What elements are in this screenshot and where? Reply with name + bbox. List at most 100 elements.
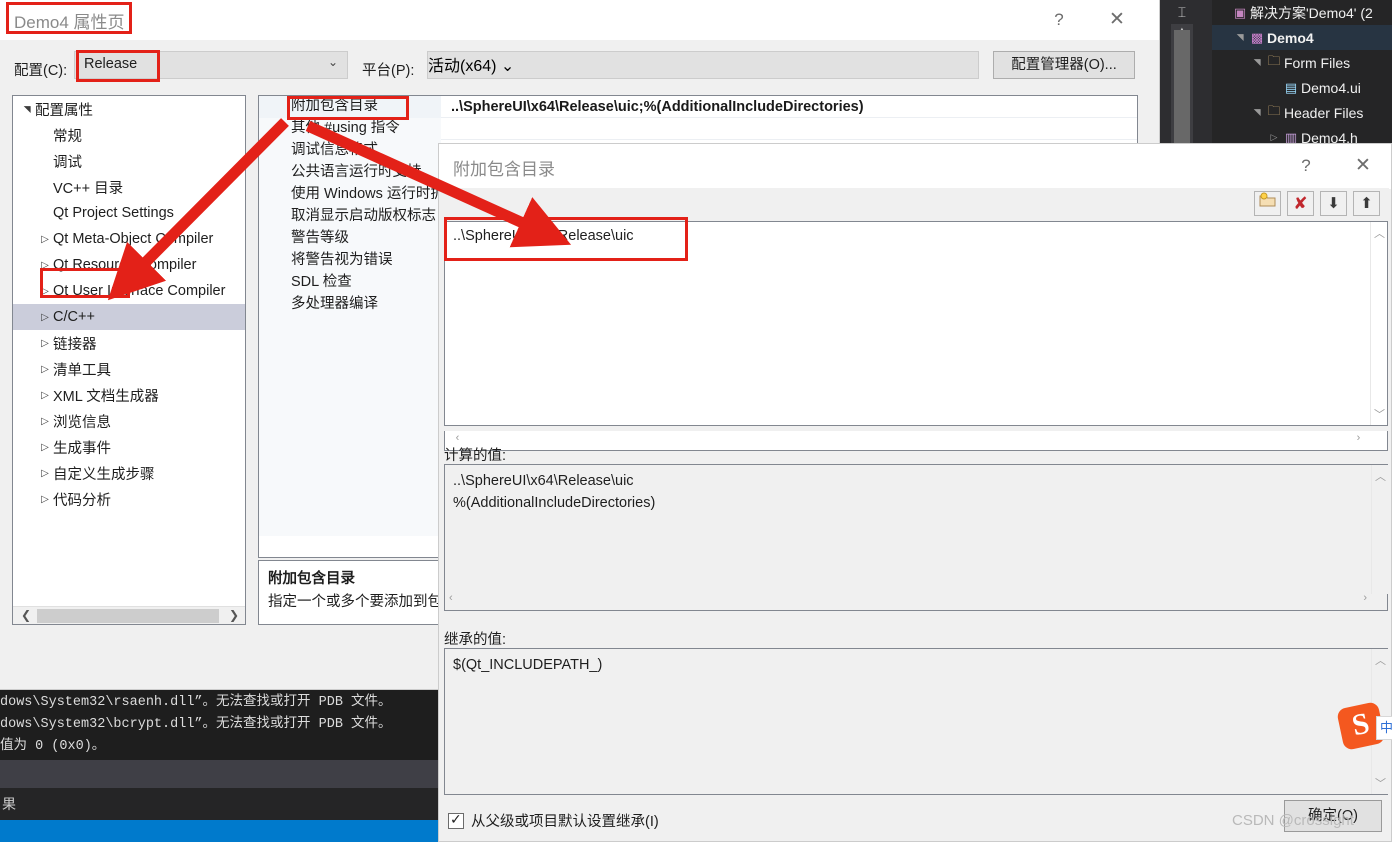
tree-item-7[interactable]: ▷ Qt User Interface Compiler — [13, 278, 245, 304]
scroll-left-arrow-icon[interactable]: ‹ — [449, 592, 453, 604]
twisty-collapsed-icon[interactable]: ▷ — [37, 286, 53, 297]
twisty-collapsed-icon[interactable]: ▷ — [37, 416, 53, 427]
solution-explorer-item-1[interactable]: ◢ ▩ Demo4 — [1212, 25, 1392, 50]
solution-explorer-item-3[interactable]: ▤ Demo4.ui — [1212, 75, 1392, 100]
configuration-combobox[interactable]: Release ⌄ — [74, 51, 348, 79]
scroll-left-arrow-icon[interactable]: ‹ — [449, 432, 466, 444]
platform-combobox[interactable]: 活动(x64) ⌄ — [427, 51, 979, 79]
configuration-value: Release — [84, 56, 138, 72]
platform-value: 活动(x64) — [428, 58, 497, 75]
property-value[interactable]: ..\SphereUI\x64\Release\uic;%(Additional… — [441, 99, 1137, 115]
solution-explorer-item-4[interactable]: ◢ 🗀 Header Files — [1212, 100, 1392, 125]
list-vertical-scrollbar[interactable]: ︿ ﹀ — [1370, 222, 1387, 425]
twisty-expanded-icon[interactable]: ◢ — [1252, 56, 1263, 70]
tree-item-6[interactable]: ▷ Qt Resource Compiler — [13, 252, 245, 278]
tree-item-label: 生成事件 — [53, 440, 111, 457]
property-name: 附加包含目录 — [259, 96, 441, 118]
configuration-tree[interactable]: ◢ 配置属性 常规 调试 VC++ 目录 Qt Project Settings ▷ Qt M… — [12, 95, 246, 625]
move-down-icon[interactable]: ⬇ — [1320, 191, 1347, 216]
scroll-up-arrow-icon[interactable]: ︿ — [1372, 652, 1389, 668]
solution-explorer-panel[interactable]: ▣ 解决方案'Demo4' (2 ◢ ▩ Demo4 ◢ 🗀 Form Files ▤ Demo4… — [1212, 0, 1392, 150]
property-row[interactable]: 其他 #using 指令 — [259, 117, 1137, 140]
project-icon: ▩ — [1250, 29, 1264, 45]
list-item[interactable]: ..\SphereUI\x64\Release\uic — [453, 228, 634, 244]
inherit-checkbox[interactable] — [448, 811, 464, 829]
inherit-checkbox-row[interactable]: 从父级或项目默认设置继承(I) — [448, 810, 659, 831]
tree-item-label: 清单工具 — [53, 362, 111, 379]
scroll-right-arrow-icon[interactable]: › — [1363, 592, 1367, 604]
evaluated-value-textarea[interactable]: ..\SphereUI\x64\Release\uic %(Additional… — [444, 464, 1388, 611]
tree-item-label: 常规 — [53, 128, 82, 145]
twisty-collapsed-icon[interactable]: ▷ — [37, 494, 53, 505]
scroll-left-arrow-icon[interactable]: ❮ — [17, 607, 35, 624]
help-icon[interactable]: ? — [1036, 0, 1082, 40]
list-horizontal-scrollbar[interactable]: ‹ › — [444, 431, 1388, 451]
tree-item-9[interactable]: ▷ 链接器 — [13, 330, 245, 356]
twisty-collapsed-icon[interactable]: ▷ — [37, 390, 53, 401]
solution-explorer-item-label: Header Files — [1284, 104, 1364, 121]
output-line: dows\System32\rsaenh.dll”。无法查找或打开 PDB 文件… — [0, 695, 392, 710]
evaluated-value-scrollbar[interactable]: ︿ ﹀ — [1371, 465, 1388, 610]
twisty-collapsed-icon[interactable]: ▷ — [1267, 132, 1281, 143]
tree-horizontal-scrollbar[interactable]: ❮ ❯ — [13, 606, 245, 624]
property-name: 公共语言运行时支持 — [259, 161, 441, 184]
twisty-collapsed-icon[interactable]: ▷ — [37, 442, 53, 453]
twisty-collapsed-icon[interactable]: ▷ — [37, 364, 53, 375]
tree-item-2[interactable]: 调试 — [13, 148, 245, 174]
tree-item-0[interactable]: ◢ 配置属性 — [13, 96, 245, 122]
output-tab-label[interactable]: 果 — [0, 788, 440, 820]
property-row[interactable]: 附加包含目录 ..\SphereUI\x64\Release\uic;%(Addi… — [259, 96, 1137, 118]
solution-icon: ▣ — [1233, 4, 1247, 20]
property-name: 调试信息格式 — [259, 139, 441, 162]
delete-icon[interactable]: ✘ — [1287, 191, 1314, 216]
solution-explorer-item-0[interactable]: ▣ 解决方案'Demo4' (2 — [1212, 0, 1392, 25]
twisty-collapsed-icon[interactable]: ▷ — [37, 234, 53, 245]
folder-icon: 🗀 — [1267, 52, 1281, 68]
property-name: 使用 Windows 运行时扩展 — [259, 183, 441, 206]
scroll-right-arrow-icon[interactable]: ❯ — [225, 607, 243, 624]
tree-item-5[interactable]: ▷ Qt Meta-Object Compiler — [13, 226, 245, 252]
scroll-up-arrow-icon[interactable]: ︿ — [1372, 468, 1389, 484]
new-folder-icon[interactable] — [1254, 191, 1281, 216]
tree-item-label: Qt Resource Compiler — [53, 257, 197, 273]
tree-item-11[interactable]: ▷ XML 文档生成器 — [13, 382, 245, 408]
include-dialog-close-icon[interactable]: ✕ — [1340, 143, 1386, 188]
tree-item-13[interactable]: ▷ 生成事件 — [13, 434, 245, 460]
tree-item-8[interactable]: ▷ C/C++ — [13, 304, 245, 330]
tree-item-14[interactable]: ▷ 自定义生成步骤 — [13, 460, 245, 486]
scroll-right-arrow-icon[interactable]: › — [1350, 432, 1367, 444]
inherited-value-label: 继承的值: — [444, 632, 507, 648]
evaluated-value-hscrollbar[interactable]: ‹ › — [444, 592, 1388, 611]
scroll-down-arrow-icon[interactable]: ﹀ — [1372, 775, 1389, 791]
configuration-manager-button[interactable]: 配置管理器(O)... — [993, 51, 1135, 79]
tree-item-15[interactable]: ▷ 代码分析 — [13, 486, 245, 512]
move-up-icon[interactable]: ⬆ — [1353, 191, 1380, 216]
inherit-checkbox-label: 从父级或项目默认设置继承(I) — [471, 814, 659, 830]
scroll-down-arrow-icon[interactable]: ﹀ — [1371, 406, 1388, 422]
new-folder-glyph — [1259, 192, 1275, 207]
twisty-expanded-icon[interactable]: ◢ — [22, 101, 33, 117]
include-directories-list[interactable]: ..\SphereUI\x64\Release\uic ︿ ﹀ — [444, 221, 1388, 426]
tree-item-4[interactable]: Qt Project Settings — [13, 200, 245, 226]
twisty-collapsed-icon[interactable]: ▷ — [37, 338, 53, 349]
tree-hscroll-thumb[interactable] — [37, 609, 219, 623]
twisty-expanded-icon[interactable]: ◢ — [1252, 106, 1263, 120]
scroll-up-arrow-icon[interactable]: ︿ — [1371, 225, 1388, 241]
twisty-collapsed-icon[interactable]: ▷ — [37, 312, 53, 323]
tree-item-10[interactable]: ▷ 清单工具 — [13, 356, 245, 382]
output-line: 值为 0 (0x0)。 — [0, 739, 106, 754]
tree-item-3[interactable]: VC++ 目录 — [13, 174, 245, 200]
tree-item-1[interactable]: 常规 — [13, 122, 245, 148]
inherited-value-textarea[interactable]: $(Qt_INCLUDEPATH_) — [444, 648, 1388, 795]
property-name: 多处理器编译 — [259, 293, 441, 316]
tree-item-label: XML 文档生成器 — [53, 388, 159, 405]
solution-explorer-item-2[interactable]: ◢ 🗀 Form Files — [1212, 50, 1392, 75]
property-name: 警告等级 — [259, 227, 441, 250]
twisty-expanded-icon[interactable]: ◢ — [1235, 31, 1246, 45]
tree-item-12[interactable]: ▷ 浏览信息 — [13, 408, 245, 434]
twisty-collapsed-icon[interactable]: ▷ — [37, 468, 53, 479]
twisty-collapsed-icon[interactable]: ▷ — [37, 260, 53, 271]
include-dialog-help-icon[interactable]: ? — [1283, 143, 1329, 188]
close-icon[interactable]: ✕ — [1094, 0, 1140, 40]
tree-item-label: Qt Meta-Object Compiler — [53, 231, 214, 247]
